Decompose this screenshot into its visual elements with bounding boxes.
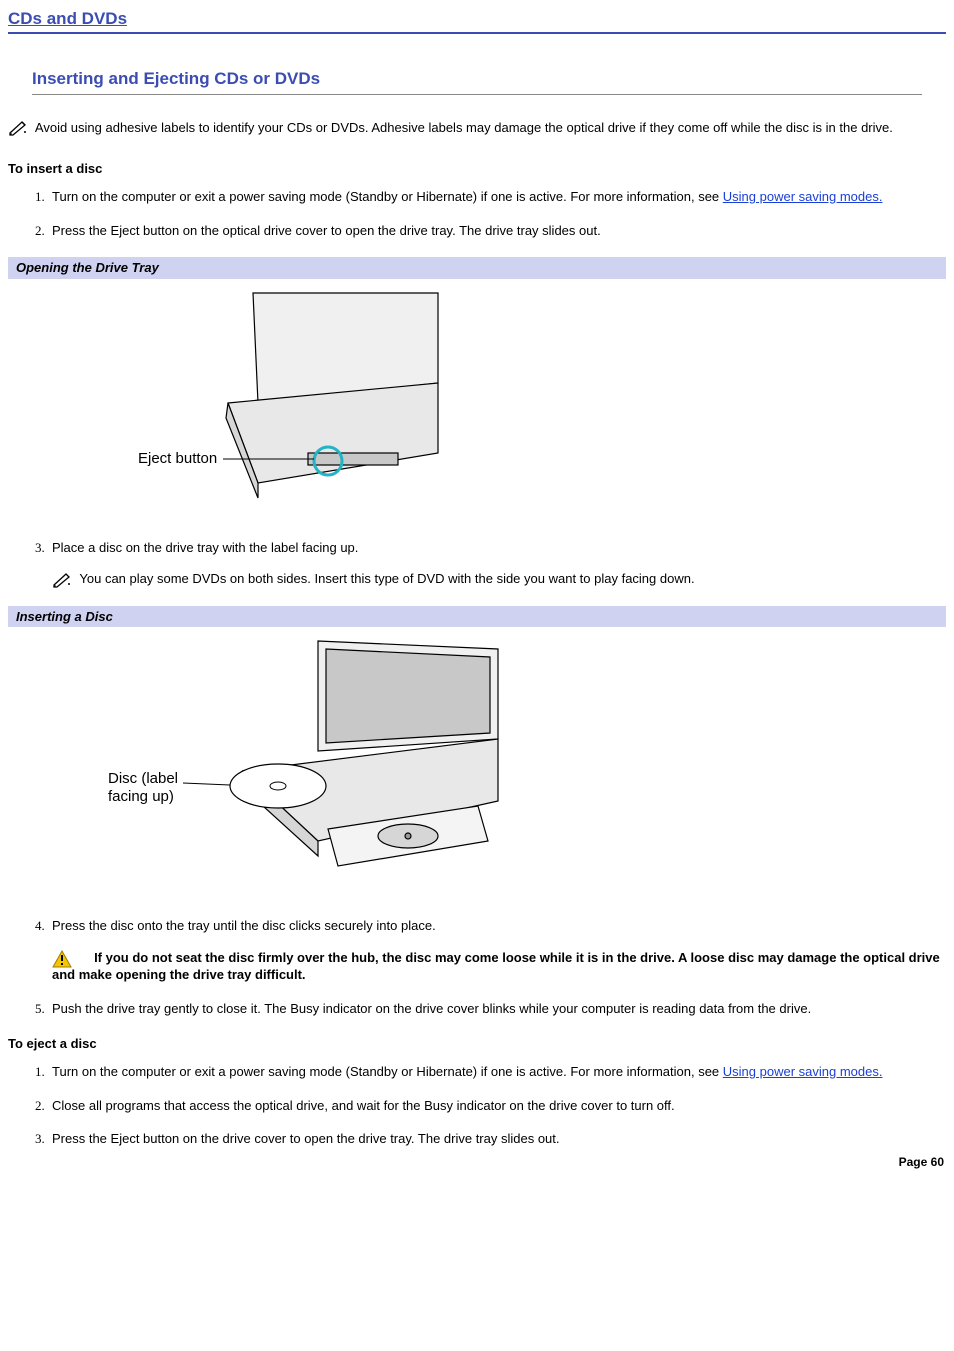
note-icon xyxy=(8,120,30,136)
figure2-caption: Inserting a Disc xyxy=(8,606,946,628)
eject-steps: Turn on the computer or exit a power sav… xyxy=(48,1063,946,1148)
top-note: Avoid using adhesive labels to identify … xyxy=(8,119,946,137)
section-title: Inserting and Ejecting CDs or DVDs xyxy=(32,68,922,95)
step4-warning: If you do not seat the disc firmly over … xyxy=(52,949,946,984)
figure1-caption: Opening the Drive Tray xyxy=(8,257,946,279)
insert-step2-text: Press the Eject button on the optical dr… xyxy=(52,223,601,238)
list-item: Close all programs that access the optic… xyxy=(48,1097,946,1115)
list-item: Push the drive tray gently to close it. … xyxy=(48,1000,946,1018)
insert-step4-text: Press the disc onto the tray until the d… xyxy=(52,918,436,933)
eject-heading: To eject a disc xyxy=(8,1035,946,1053)
insert-steps-cont2: Press the disc onto the tray until the d… xyxy=(48,917,946,1017)
list-item: Turn on the computer or exit a power sav… xyxy=(48,188,946,206)
page-number: Page 60 xyxy=(8,1154,946,1170)
power-saving-link[interactable]: Using power saving modes. xyxy=(723,189,883,204)
list-item: Press the Eject button on the drive cove… xyxy=(48,1130,946,1148)
figure-opening-drive-tray: Eject button xyxy=(8,283,946,513)
disc-label-line1: Disc (label xyxy=(108,770,178,787)
note-icon xyxy=(52,572,74,588)
insert-steps: Turn on the computer or exit a power sav… xyxy=(48,188,946,239)
figure-inserting-disc: Disc (label facing up) xyxy=(8,631,946,891)
insert-step5-text: Push the drive tray gently to close it. … xyxy=(52,1001,811,1016)
step4-warning-text: If you do not seat the disc firmly over … xyxy=(52,950,940,983)
top-note-text: Avoid using adhesive labels to identify … xyxy=(35,120,893,135)
list-item: Press the Eject button on the optical dr… xyxy=(48,222,946,240)
disc-label-line2: facing up) xyxy=(108,788,174,805)
chapter-title: CDs and DVDs xyxy=(8,8,946,34)
list-item: Press the disc onto the tray until the d… xyxy=(48,917,946,984)
eject-step1-text: Turn on the computer or exit a power sav… xyxy=(52,1064,723,1079)
list-item: Place a disc on the drive tray with the … xyxy=(48,539,946,588)
step3-note-text: You can play some DVDs on both sides. In… xyxy=(79,571,694,586)
eject-step2-text: Close all programs that access the optic… xyxy=(52,1098,675,1113)
eject-button-label: Eject button xyxy=(138,450,217,467)
list-item: Turn on the computer or exit a power sav… xyxy=(48,1063,946,1081)
step3-note: You can play some DVDs on both sides. In… xyxy=(52,570,946,588)
insert-step1-text: Turn on the computer or exit a power sav… xyxy=(52,189,723,204)
insert-steps-cont: Place a disc on the drive tray with the … xyxy=(48,539,946,588)
insert-heading: To insert a disc xyxy=(8,160,946,178)
power-saving-link[interactable]: Using power saving modes. xyxy=(723,1064,883,1079)
insert-step3-text: Place a disc on the drive tray with the … xyxy=(52,540,358,555)
warning-icon xyxy=(52,950,74,966)
eject-step3-text: Press the Eject button on the drive cove… xyxy=(52,1131,560,1146)
